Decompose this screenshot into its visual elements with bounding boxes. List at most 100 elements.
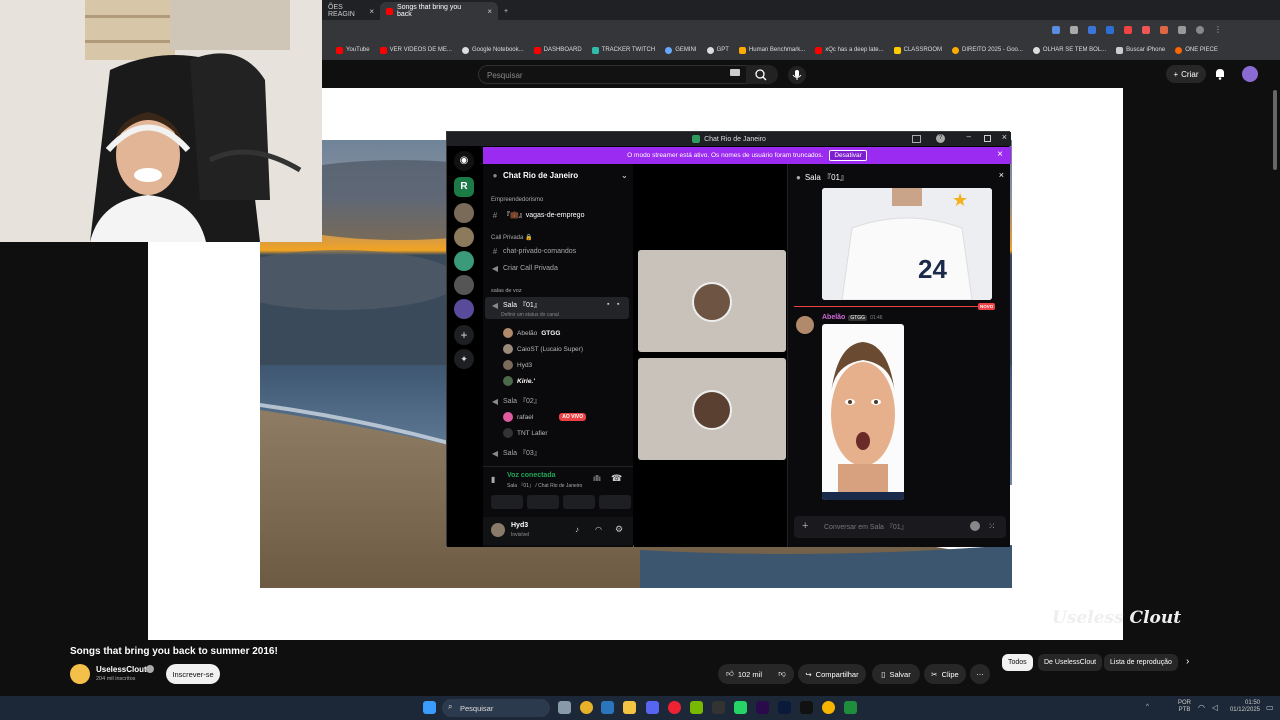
category-call-privada[interactable]: Call Privada 🔒 [491,234,532,241]
screen-share-button[interactable] [527,495,559,509]
nvidia-icon[interactable] [690,701,703,714]
add-server-icon[interactable]: + [454,325,474,345]
keyboard-icon[interactable] [730,69,740,76]
signal-icon[interactable]: ▮ [491,475,501,485]
bookmark-gemini[interactable]: GEMINI [665,46,697,54]
gear-icon[interactable]: ⚙ [615,524,623,535]
app-icon[interactable] [712,701,725,714]
close-icon[interactable]: × [999,170,1004,180]
profile-avatar[interactable] [1196,26,1204,34]
chip-channel[interactable]: De UselessClout [1038,654,1103,671]
browser-tab-active[interactable]: Songs that bring you back × [380,2,498,20]
chip-playlist[interactable]: Lista de reprodução [1104,654,1178,671]
microphone-icon[interactable]: ♪ [575,525,579,534]
menu-icon[interactable]: ⋮ [1214,26,1222,34]
username[interactable]: Hyd3 [511,522,528,529]
notifications-icon[interactable]: ▭ [1266,703,1274,712]
server-header[interactable]: ● Chat Rio de Janeiro ⌄ [491,171,628,180]
bookmark-notebook[interactable]: Google Notebook... [461,46,524,54]
close-icon[interactable]: × [369,7,374,16]
server-icon[interactable] [454,227,474,247]
minimize-button[interactable]: – [967,132,971,141]
more-actions-button[interactable]: ⋯ [970,664,990,684]
bookmark-dashboard[interactable]: DASHBOARD [533,46,582,54]
server-icon[interactable] [454,203,474,223]
channel-sala02[interactable]: ◀ Sala 『02』 [491,396,541,406]
wifi-icon[interactable]: ◠ [1198,703,1205,712]
puzzle-icon[interactable] [1178,26,1186,34]
inbox-icon[interactable] [912,135,921,143]
noise-suppression-icon[interactable]: ıllı [593,474,601,483]
channel-status[interactable]: Definir um status do canal [501,312,559,318]
bookmark-youtube[interactable]: YouTube [336,46,370,54]
bookmark-direito[interactable]: DIREITO 2025 - Goo... [951,46,1023,54]
video-tile[interactable] [638,358,786,460]
channel-vagas[interactable]: # 『💼』vagas-de-emprego [491,210,585,220]
voice-status[interactable]: Voz conectada [507,472,556,479]
like-button[interactable]: 👍︎ 102 mil [718,664,770,684]
clip-button[interactable]: ✂ Clipe [924,664,966,684]
voice-user[interactable]: Kirie.' [503,376,535,386]
whatsapp-icon[interactable] [734,701,747,714]
voice-user[interactable]: TNT Lafier [503,428,548,438]
category-salas[interactable]: salas de voz [491,288,522,294]
app-icon[interactable] [822,701,835,714]
bookmark-tracker[interactable]: TRACKER TWITCH [591,46,655,54]
voice-user[interactable]: rafael AO VIVO [503,412,587,422]
channel-avatar[interactable] [70,664,90,684]
soundboard-button[interactable] [599,495,631,509]
language-indicator[interactable]: POR PTB [1178,700,1191,714]
avatar[interactable] [1242,66,1258,82]
bookmark-classroom[interactable]: CLASSROOM [893,46,942,54]
channel-sala03[interactable]: ◀ Sala 『03』 [491,448,541,458]
extension-icon[interactable] [1160,26,1168,34]
chevron-up-icon[interactable]: ^ [1146,704,1149,710]
chip-todos[interactable]: Todos [1002,654,1033,671]
avatar[interactable] [796,316,814,334]
browser-tab[interactable]: ÕES REAGIN × [322,2,380,20]
voice-user[interactable]: Abelão GTGG [503,328,560,338]
discord-home-icon[interactable]: ◉ [454,151,474,171]
new-tab-button[interactable]: + [498,2,514,20]
add-user-icon[interactable]: ▪ [617,301,619,308]
chat-icon[interactable]: ▪ [607,301,609,308]
photoshop-icon[interactable] [778,701,791,714]
chevron-down-icon[interactable]: ⌄ [621,171,628,180]
volume-icon[interactable]: ◁ [1212,703,1218,712]
dislike-button[interactable]: 👎︎ [770,664,794,684]
close-button[interactable]: × [1002,132,1007,142]
bookmark-gpt[interactable]: GPT [706,46,729,54]
chrome-icon[interactable] [580,701,593,714]
bookmark-videos[interactable]: VER VIDEOS DE ME... [379,46,452,54]
bookmark-xqc[interactable]: xQc has a deep late... [815,46,884,54]
avatar[interactable] [491,523,505,537]
category-empreendedorismo[interactable]: Empreendedorismo [491,197,543,203]
channel-chat-privado[interactable]: # chat-privado-comandos [491,247,576,256]
camera-button[interactable] [491,495,523,509]
bookmark-iphone[interactable]: Buscar iPhone [1116,46,1165,54]
bookmark-olhar[interactable]: OLHAR SE TEM BOL... [1032,46,1106,54]
create-button[interactable]: + Criar [1166,65,1206,83]
close-icon[interactable]: × [487,7,492,16]
voice-user[interactable]: CaioST (Lucaio Super) [503,344,583,354]
video-tile[interactable] [638,250,786,352]
notifications-button[interactable] [1214,67,1226,80]
sheets-icon[interactable] [844,701,857,714]
app-icon[interactable] [668,701,681,714]
server-icon[interactable] [454,251,474,271]
file-explorer-icon[interactable] [623,701,636,714]
close-icon[interactable]: × [997,149,1003,160]
premiere-icon[interactable] [756,701,769,714]
extension-icon[interactable] [1124,26,1132,34]
server-folder-icon[interactable] [454,299,474,319]
message-author[interactable]: Abelão [822,314,845,321]
channel-criar-call[interactable]: ◀ Criar Call Privada [491,264,558,273]
emoji-icon[interactable] [970,521,980,531]
chevron-right-icon[interactable]: › [1186,656,1189,667]
taskbar-search[interactable]: ⌕ Pesquisar [442,699,550,717]
extension-icon[interactable] [1106,26,1114,34]
channel-name[interactable]: UselessClout [96,665,147,674]
app-icon[interactable] [800,701,813,714]
help-icon[interactable]: ? [936,134,945,143]
explore-icon[interactable]: ✦ [454,349,474,369]
